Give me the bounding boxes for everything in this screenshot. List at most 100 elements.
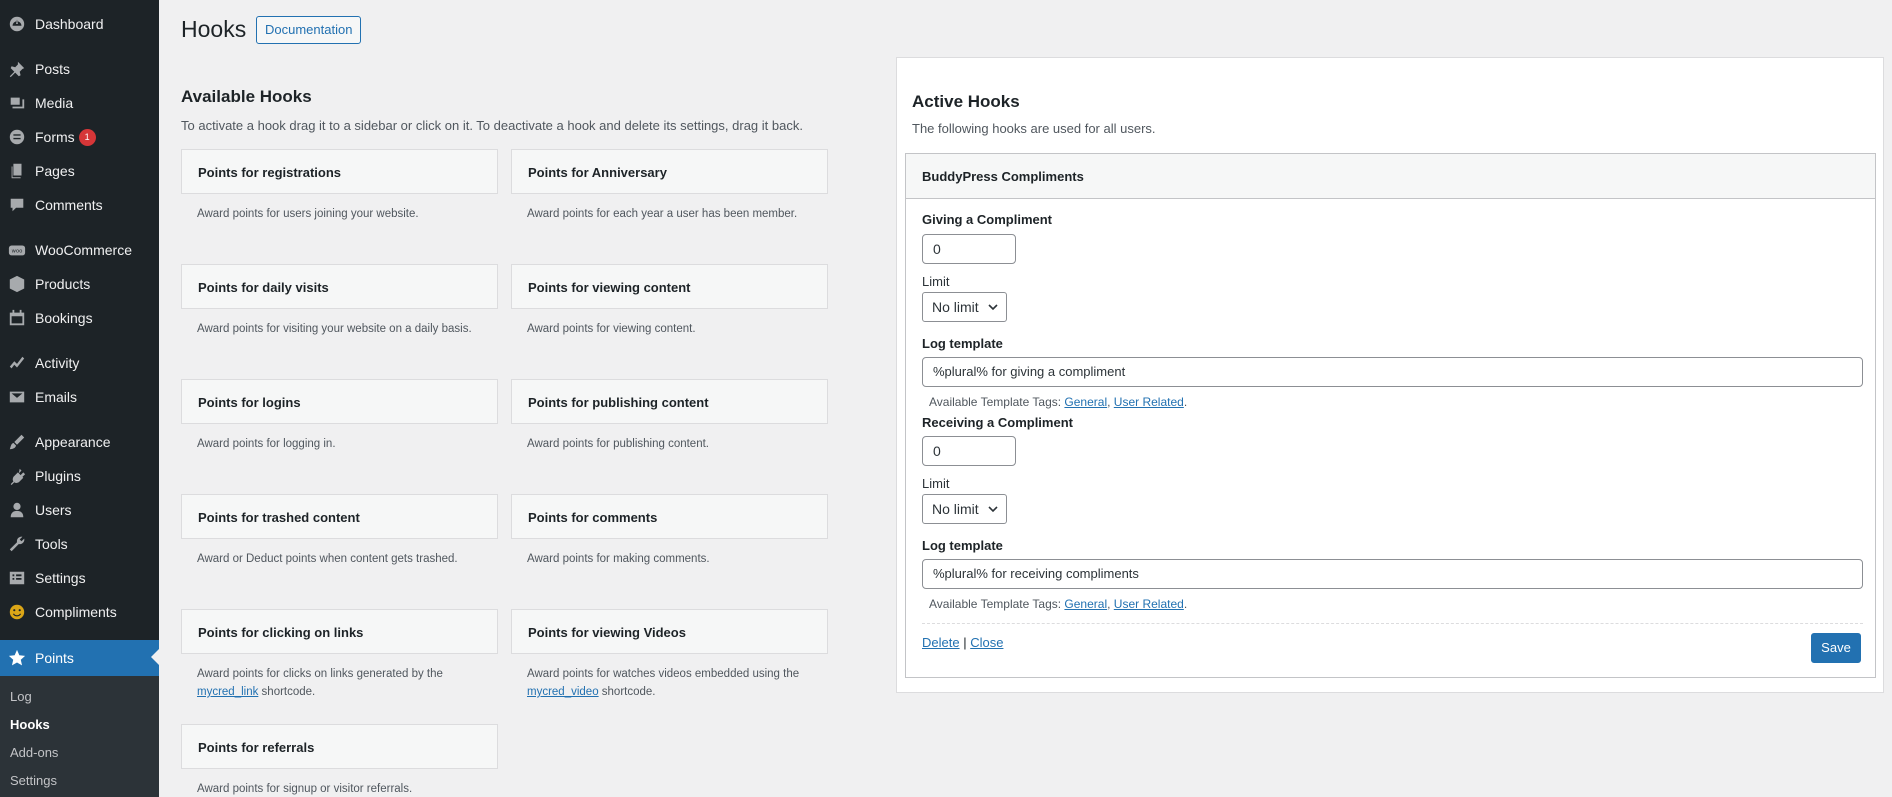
hook-viewing-videos[interactable]: Points for viewing Videos [511, 609, 828, 654]
woo-icon: woo [7, 240, 27, 260]
hook-title: Points for clicking on links [198, 625, 364, 640]
star-icon [7, 648, 27, 668]
sidebar-item-forms[interactable]: Forms 1 [0, 120, 159, 154]
sidebar-item-label: Forms [35, 129, 75, 145]
giving-log-template-label: Log template [922, 336, 1003, 351]
sidebar-item-bookings[interactable]: Bookings [0, 301, 159, 335]
shortcode-link[interactable]: mycred_link [197, 686, 258, 698]
hook-daily-visits[interactable]: Points for daily visits [181, 264, 498, 309]
widget-title: BuddyPress Compliments [922, 169, 1084, 184]
pages-icon [7, 161, 27, 181]
giving-template-tags: Available Template Tags: General, User R… [929, 395, 1188, 409]
receiving-template-tags: Available Template Tags: General, User R… [929, 597, 1188, 611]
tag-user-related-link[interactable]: User Related [1114, 395, 1184, 409]
hook-description: Award points for each year a user has be… [527, 208, 798, 220]
sidebar-item-emails[interactable]: Emails [0, 380, 159, 414]
available-hooks-intro: To activate a hook drag it to a sidebar … [181, 118, 803, 133]
hook-viewing-content[interactable]: Points for viewing content [511, 264, 828, 309]
shortcode-link[interactable]: mycred_video [527, 686, 599, 698]
sidebar-item-plugins[interactable]: Plugins [0, 459, 159, 493]
sidebar-item-users[interactable]: Users [0, 493, 159, 527]
sidebar-item-label: Settings [35, 570, 86, 586]
sidebar-item-compliments[interactable]: Compliments [0, 595, 159, 629]
page-title: Hooks [181, 16, 247, 42]
user-icon [7, 500, 27, 520]
plug-icon [7, 466, 27, 486]
sidebar-item-label: WooCommerce [35, 242, 132, 258]
points-submenu: Log Hooks Add-ons Settings [0, 676, 159, 797]
calendar-icon [7, 308, 27, 328]
sidebar-item-pages[interactable]: Pages [0, 154, 159, 188]
sidebar-item-label: Plugins [35, 468, 81, 484]
sidebar-item-comments[interactable]: Comments [0, 188, 159, 222]
giving-compliment-label: Giving a Compliment [922, 212, 1053, 227]
sidebar-item-points[interactable]: Points [0, 640, 159, 676]
sidebar-item-appearance[interactable]: Appearance [0, 425, 159, 459]
submenu-item-log[interactable]: Log [10, 689, 32, 704]
hook-description: Award points for users joining your webs… [197, 208, 419, 220]
brush-icon [7, 432, 27, 452]
tag-general-link[interactable]: General [1064, 395, 1107, 409]
sidebar-item-label: Compliments [35, 604, 117, 620]
hook-logins[interactable]: Points for logins [181, 379, 498, 424]
sidebar-item-label: Points [35, 650, 74, 666]
media-icon [7, 93, 27, 113]
delete-link[interactable]: Delete [922, 635, 960, 650]
giving-limit-label: Limit [922, 274, 950, 289]
receiving-limit-select[interactable]: No limit [922, 494, 1007, 524]
sidebar-item-activity[interactable]: Activity [0, 346, 159, 380]
admin-sidebar: Dashboard Posts Media Forms 1 Pages Comm… [0, 0, 159, 797]
receiving-points-input[interactable]: 0 [922, 436, 1016, 466]
close-link[interactable]: Close [970, 635, 1003, 650]
dashboard-icon [7, 14, 27, 34]
sidebar-item-label: Media [35, 95, 74, 111]
sidebar-item-label: Dashboard [35, 16, 104, 32]
sidebar-item-woocommerce[interactable]: woo WooCommerce [0, 233, 159, 267]
svg-text:woo: woo [12, 249, 23, 255]
hook-anniversary[interactable]: Points for Anniversary [511, 149, 828, 194]
hook-title: Points for registrations [198, 165, 342, 180]
receiving-log-template-input[interactable]: %plural% for receiving compliments [922, 559, 1863, 589]
activity-icon [7, 353, 27, 373]
sidebar-item-settings[interactable]: Settings [0, 561, 159, 595]
sidebar-item-posts[interactable]: Posts [0, 52, 159, 86]
receiving-compliment-label: Receiving a Compliment [922, 415, 1073, 430]
settings-icon [7, 568, 27, 588]
sidebar-item-label: Products [35, 276, 91, 292]
hook-registrations[interactable]: Points for registrations [181, 149, 498, 194]
active-hooks-subtitle: The following hooks are used for all use… [912, 121, 1156, 136]
hook-comments[interactable]: Points for comments [511, 494, 828, 539]
giving-limit-select[interactable]: No limit [922, 292, 1007, 322]
hook-title: Points for referrals [198, 740, 315, 755]
documentation-button[interactable]: Documentation [256, 16, 362, 44]
sidebar-item-label: Appearance [35, 434, 111, 450]
hook-description: Award points for logging in. [197, 438, 336, 450]
widget-header[interactable]: BuddyPress Compliments [906, 154, 1875, 199]
hook-widget-buddypress-compliments: BuddyPress Compliments Giving a Complime… [905, 153, 1876, 678]
pin-icon [7, 59, 27, 79]
sidebar-item-label: Pages [35, 163, 75, 179]
hook-title: Points for trashed content [198, 510, 360, 525]
giving-points-input[interactable]: 0 [922, 234, 1016, 264]
giving-log-template-input[interactable]: %plural% for giving a compliment [922, 357, 1863, 387]
sidebar-item-media[interactable]: Media [0, 86, 159, 120]
sidebar-item-tools[interactable]: Tools [0, 527, 159, 561]
sidebar-item-label: Emails [35, 389, 78, 405]
hook-trashed-content[interactable]: Points for trashed content [181, 494, 498, 539]
hook-title: Points for Anniversary [528, 165, 667, 180]
save-button[interactable]: Save [1811, 633, 1861, 663]
available-hooks-title: Available Hooks [181, 87, 312, 106]
hook-description: Award points for making comments. [527, 553, 710, 565]
submenu-item-addons[interactable]: Add-ons [10, 745, 58, 760]
hook-referrals[interactable]: Points for referrals [181, 724, 498, 769]
hook-description: Award points for publishing content. [527, 438, 709, 450]
tag-user-related-link[interactable]: User Related [1114, 597, 1184, 611]
hook-clicking-links[interactable]: Points for clicking on links [181, 609, 498, 654]
hook-publishing-content[interactable]: Points for publishing content [511, 379, 828, 424]
submenu-item-hooks[interactable]: Hooks [10, 717, 50, 732]
sidebar-item-dashboard[interactable]: Dashboard [0, 7, 159, 41]
hook-title: Points for logins [198, 395, 301, 410]
tag-general-link[interactable]: General [1064, 597, 1107, 611]
sidebar-item-products[interactable]: Products [0, 267, 159, 301]
submenu-item-settings[interactable]: Settings [10, 773, 57, 788]
